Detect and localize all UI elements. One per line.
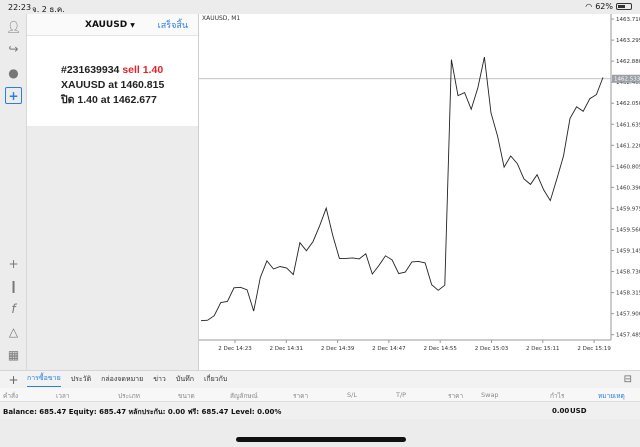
person-icon[interactable]: 👤︎ [5, 18, 22, 35]
col-comment[interactable]: หมายเหตุ [598, 391, 625, 401]
y-tick-label: 1458.315 [616, 291, 640, 297]
x-tick-label: 2 Dec 14:39 [321, 346, 355, 352]
col-symbol[interactable]: สัญลักษณ์ [230, 391, 258, 401]
col-price2[interactable]: ราคา [448, 391, 463, 401]
balance-summary: Balance: 685.47 Equity: 685.47 หลักประกั… [3, 408, 282, 416]
x-tick-label: 2 Dec 15:11 [526, 346, 560, 352]
symbol-selector[interactable]: XAUUSD ▼ [85, 20, 135, 30]
col-sl[interactable]: S/L [347, 391, 357, 399]
candlestick-icon[interactable]: ❙ [5, 277, 22, 294]
order-details: #231639934 sell 1.40 XAUUSD at 1460.815 … [61, 63, 164, 108]
price-chart[interactable]: XAUUSD, M1 1463.710 1463.295 1462.880 1462.… [198, 14, 640, 370]
trade-table-header: คำสั่ง เวลา ประเภท ขนาด สัญลักษณ์ ราคา S… [0, 388, 640, 402]
bottom-tab-bar: + การซื้อขาย ประวัติ กล่องจดหมาย ข่าว บั… [0, 370, 640, 388]
y-tick-label: 1459.560 [616, 227, 640, 233]
current-price-label: 1462.533 [614, 77, 640, 83]
col-tp[interactable]: T/P [396, 391, 406, 399]
indicator-f-icon[interactable]: f [5, 300, 22, 317]
y-tick-label: 1458.730 [616, 270, 640, 276]
y-tick-label: 1461.220 [616, 143, 640, 149]
y-tick-label: 1460.390 [616, 185, 640, 191]
col-type[interactable]: ประเภท [118, 391, 140, 401]
col-order[interactable]: คำสั่ง [3, 391, 18, 401]
battery-icon [616, 3, 632, 10]
add-order-icon[interactable]: + [5, 87, 22, 104]
col-price[interactable]: ราคา [293, 391, 308, 401]
tab-mailbox[interactable]: กล่องจดหมาย [101, 374, 143, 385]
y-tick-label: 1459.975 [616, 206, 640, 212]
balance-currency: USD [570, 407, 587, 415]
share-icon[interactable]: ↪ [5, 40, 22, 57]
x-tick-label: 2 Dec 14:31 [270, 346, 304, 352]
order-ticket-line: #231639934 sell 1.40 [61, 63, 164, 78]
y-tick-label: 1462.880 [616, 59, 640, 65]
tab-about[interactable]: เกี่ยวกับ [204, 374, 227, 385]
balance-row: Balance: 685.47 Equity: 685.47 หลักประกั… [0, 402, 640, 419]
x-tick-label: 2 Dec 14:47 [372, 346, 406, 352]
col-profit[interactable]: กำไร [550, 391, 564, 401]
left-toolbar: 👤︎ ↪ ● + + ❙ f △ ▦ [0, 14, 27, 370]
chat-icon[interactable]: ● [5, 64, 22, 81]
add-icon[interactable]: + [0, 373, 27, 387]
status-right: ◠ 62% [585, 2, 632, 11]
order-panel: XAUUSD ▼ เสร็จสิ้น #231639934 sell 1.40 X… [27, 14, 198, 126]
home-indicator[interactable] [236, 437, 406, 442]
wifi-icon: ◠ [585, 2, 593, 11]
app-root: 22:23 จ. 2 ธ.ค. ◠ 62% 👤︎ ↪ ● + + ❙ f △ ▦… [0, 0, 640, 447]
order-header: XAUUSD ▼ เสร็จสิ้น [27, 14, 198, 36]
battery-percent: 62% [595, 2, 613, 11]
panel-layout-icon[interactable]: ⊟ [624, 374, 632, 385]
y-tick-label: 1460.805 [616, 164, 640, 170]
y-tick-label: 1457.900 [616, 312, 640, 318]
tab-history[interactable]: ประวัติ [71, 374, 91, 385]
symbol-label: XAUUSD [85, 19, 128, 30]
order-open-line: XAUUSD at 1460.815 [61, 79, 165, 91]
balance-profit: 0.00 [552, 407, 570, 415]
price-series-line [200, 57, 604, 322]
y-tick-label: 1461.635 [616, 122, 640, 128]
col-swap[interactable]: Swap [481, 391, 499, 399]
crosshair-icon[interactable]: + [5, 255, 22, 272]
status-bar: 22:23 จ. 2 ธ.ค. ◠ 62% [0, 0, 640, 14]
y-tick-label: 1462.050 [616, 101, 640, 107]
done-button[interactable]: เสร็จสิ้น [158, 18, 188, 32]
y-tick-label: 1463.295 [616, 38, 640, 44]
x-tick-label: 2 Dec 15:03 [475, 346, 509, 352]
tab-journal[interactable]: บันทึก [176, 374, 194, 385]
x-tick-label: 2 Dec 15:19 [577, 346, 611, 352]
col-time[interactable]: เวลา [56, 391, 70, 401]
objects-icon[interactable]: △ [5, 323, 22, 340]
chart-svg[interactable]: 1463.7101463.2951462.8801462.4651462.050… [199, 14, 640, 370]
x-tick-label: 2 Dec 14:55 [423, 346, 457, 352]
status-time: 22:23 [8, 3, 32, 12]
y-tick-label: 1463.710 [616, 17, 640, 23]
y-tick-label: 1459.145 [616, 249, 640, 255]
y-tick-label: 1457.485 [616, 333, 640, 339]
tab-trade[interactable]: การซื้อขาย [27, 373, 61, 387]
order-ticket: #231639934 [61, 64, 120, 76]
col-volume[interactable]: ขนาด [178, 391, 195, 401]
x-tick-label: 2 Dec 14:23 [218, 346, 252, 352]
layout-icon[interactable]: ▦ [5, 346, 22, 363]
tab-news[interactable]: ข่าว [153, 374, 166, 385]
chevron-down-icon: ▼ [130, 21, 135, 29]
order-close-line: ปิด 1.40 at 1462.677 [61, 94, 157, 106]
order-side: sell 1.40 [122, 64, 164, 76]
